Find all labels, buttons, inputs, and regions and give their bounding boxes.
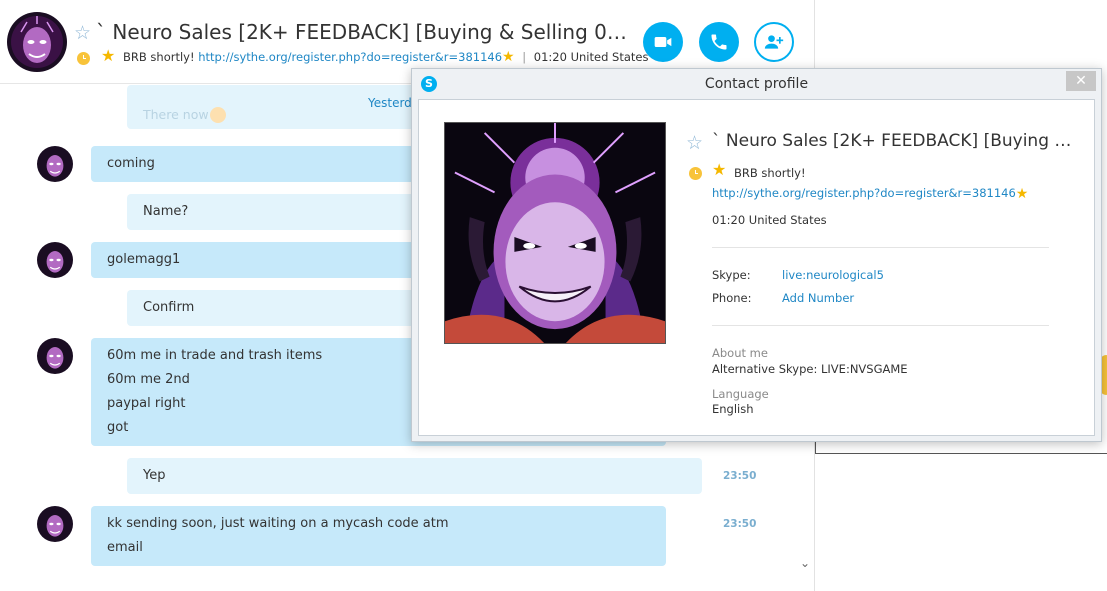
add-contact-icon: [764, 35, 784, 49]
add-participants-button[interactable]: [754, 22, 794, 62]
add-number-link[interactable]: Add Number: [782, 291, 854, 305]
divider: [712, 247, 1049, 248]
profile-local-time: 01:20 United States: [712, 213, 827, 227]
date-divider: Yesterd: [368, 96, 412, 110]
separator: |: [522, 50, 527, 64]
skype-label: Skype:: [712, 268, 751, 282]
profile-content: ☆ ` Neuro Sales [2K+ FEEDBACK] [Buying &…: [418, 99, 1095, 436]
message-text: kk sending soon, just waiting on a mycas…: [107, 516, 449, 531]
profile-mood-link-row: http://sythe.org/register.php?do=registe…: [712, 185, 1029, 202]
sender-avatar[interactable]: [37, 506, 73, 542]
outgoing-message[interactable]: Yep: [127, 458, 702, 494]
mood-text: BRB shortly!: [123, 50, 195, 64]
dialog-title: Contact profile: [704, 76, 809, 92]
incoming-message[interactable]: golemagg1: [91, 242, 421, 278]
message-text: Confirm: [143, 300, 195, 315]
video-call-button[interactable]: [643, 22, 683, 62]
message-timestamp: 23:50: [723, 470, 757, 482]
mood-message: BRB shortly! http://sythe.org/register.p…: [123, 50, 648, 64]
away-clock-icon: [77, 52, 90, 65]
away-clock-icon: [689, 167, 702, 180]
incoming-message[interactable]: coming: [91, 146, 421, 182]
dialog-titlebar[interactable]: S Contact profile ✕: [412, 69, 1101, 99]
previous-message-text: There now: [143, 107, 209, 122]
skype-window: ☆ ` Neuro Sales [2K+ FEEDBACK] [Buying &…: [0, 0, 1107, 591]
star-emoji-icon: ★: [101, 46, 116, 65]
message-text: Yep: [143, 468, 166, 483]
about-me-text: Alternative Skype: LIVE:NVSGAME: [712, 362, 908, 376]
profile-mood-link[interactable]: http://sythe.org/register.php?do=registe…: [712, 186, 1016, 200]
message-text: email: [107, 540, 143, 555]
phone-icon: [711, 34, 727, 50]
smile-emoji-icon: [210, 107, 226, 123]
sender-avatar[interactable]: [37, 146, 73, 182]
language-heading: Language: [712, 387, 769, 401]
language-value: English: [712, 402, 754, 416]
voice-call-button[interactable]: [699, 22, 739, 62]
outgoing-message[interactable]: Name?: [127, 194, 421, 230]
incoming-message[interactable]: kk sending soon, just waiting on a mycas…: [91, 506, 666, 566]
star-emoji-icon: ★: [502, 49, 515, 65]
favorite-star-icon[interactable]: ☆: [686, 134, 703, 153]
profile-display-name: ` Neuro Sales [2K+ FEEDBACK] [Buying & S…: [712, 131, 1074, 151]
phone-label: Phone:: [712, 291, 752, 305]
about-me-heading: About me: [712, 346, 768, 360]
close-button[interactable]: ✕: [1066, 71, 1096, 91]
side-panel-edge: [815, 453, 1107, 454]
profile-mood-text: BRB shortly!: [734, 166, 806, 180]
outgoing-message[interactable]: Confirm: [127, 290, 421, 326]
message-text: coming: [107, 156, 155, 171]
scroll-down-chevron-icon[interactable]: ⌄: [800, 556, 810, 570]
contact-profile-dialog: S Contact profile ✕ ☆ ` Neuro Sales [2K+…: [411, 68, 1102, 442]
message-text: golemagg1: [107, 252, 181, 267]
video-camera-icon: [654, 37, 672, 47]
message-timestamp: 23:50: [723, 518, 757, 530]
mood-link[interactable]: http://sythe.org/register.php?do=registe…: [198, 50, 502, 64]
sender-avatar[interactable]: [37, 338, 73, 374]
favorite-star-icon[interactable]: ☆: [74, 24, 91, 43]
star-emoji-icon: ★: [712, 160, 727, 179]
contact-avatar[interactable]: [7, 12, 67, 72]
contact-name: ` Neuro Sales [2K+ FEEDBACK] [Buying & S…: [96, 20, 636, 44]
sender-avatar[interactable]: [37, 242, 73, 278]
local-time: 01:20 United States: [533, 50, 649, 64]
divider: [712, 325, 1049, 326]
star-emoji-icon: ★: [1015, 186, 1029, 202]
profile-picture: [444, 122, 666, 344]
message-text: Name?: [143, 204, 189, 219]
skype-id-value[interactable]: live:neurological5: [782, 268, 884, 282]
